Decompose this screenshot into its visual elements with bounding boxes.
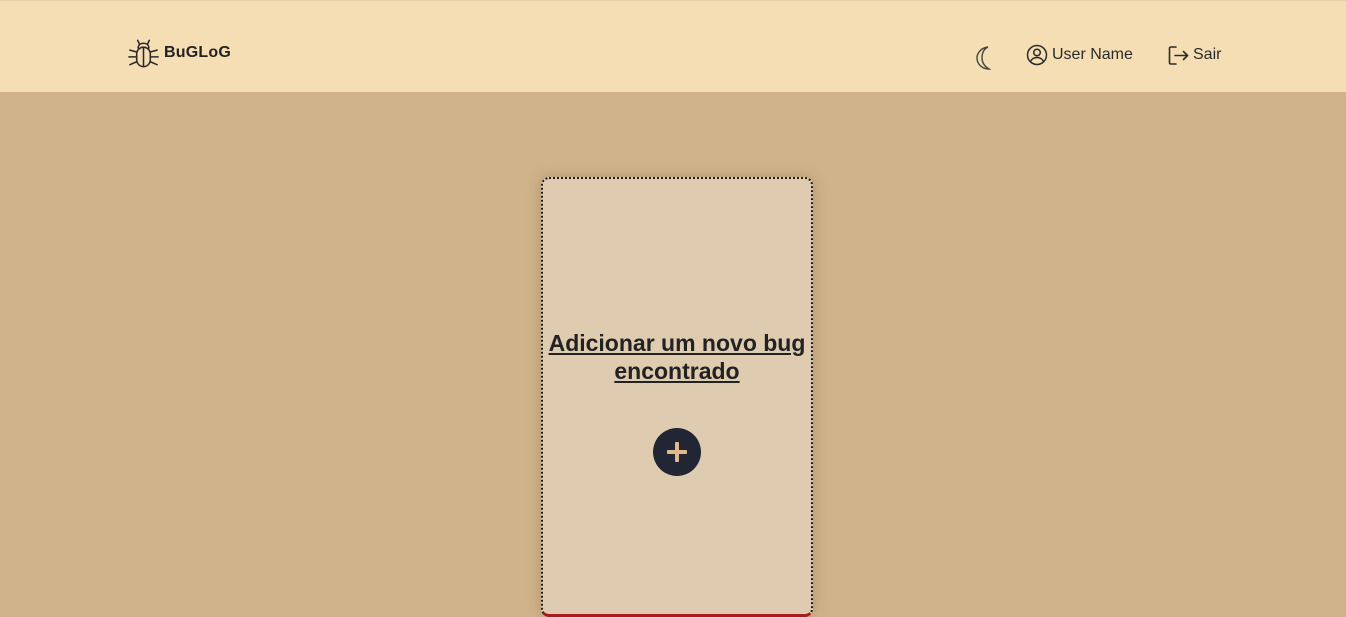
add-bug-button[interactable] xyxy=(653,428,701,476)
logout-button[interactable]: Sair xyxy=(1167,41,1221,69)
user-name-label: User Name xyxy=(1052,46,1133,63)
top-navbar: BuGLoG User Name Sair xyxy=(0,0,1346,92)
theme-toggle-button[interactable] xyxy=(972,45,994,71)
user-profile-link[interactable]: User Name xyxy=(1026,41,1133,69)
logout-icon xyxy=(1167,44,1190,67)
add-bug-card[interactable]: Adicionar um novo bug encontrado xyxy=(541,177,813,617)
brand-logo[interactable]: BuGLoG xyxy=(126,36,231,70)
brand-name: BuGLoG xyxy=(164,44,231,61)
user-circle-icon xyxy=(1026,44,1048,66)
bug-icon xyxy=(126,36,161,70)
logout-label: Sair xyxy=(1193,46,1222,63)
add-bug-title[interactable]: Adicionar um novo bug encontrado xyxy=(543,329,811,385)
plus-icon xyxy=(666,441,688,463)
moon-icon xyxy=(972,45,994,71)
